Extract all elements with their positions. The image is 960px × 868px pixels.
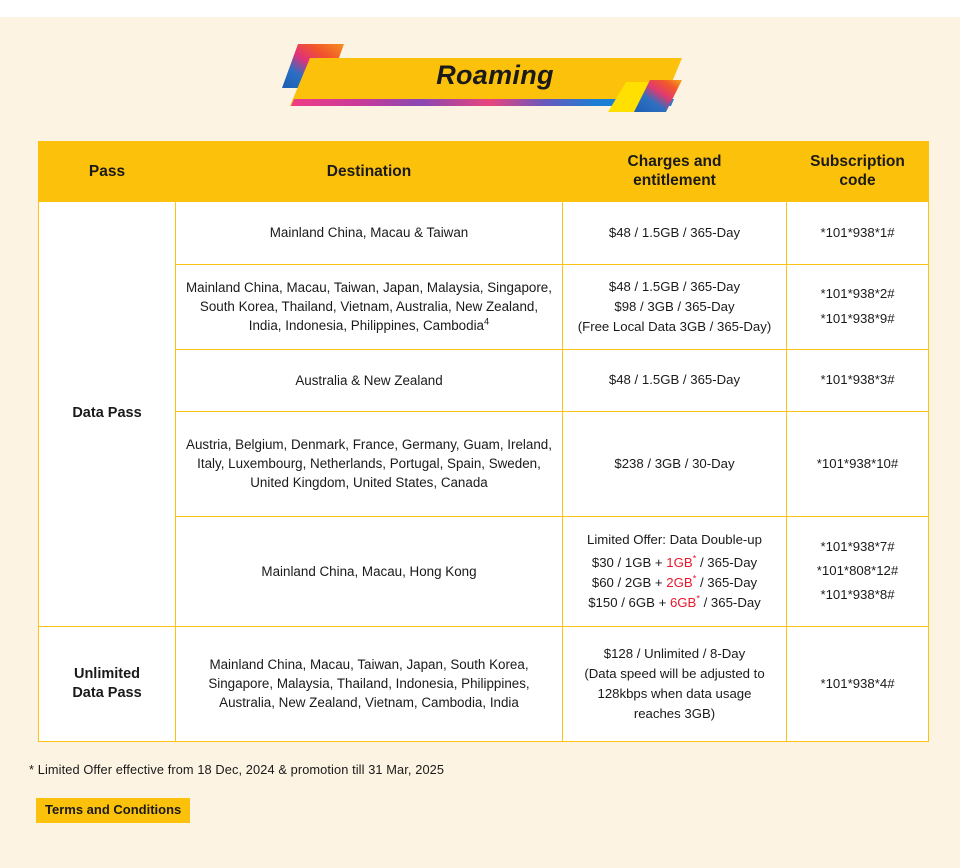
column-header-pass: Pass bbox=[38, 141, 176, 202]
destination-cell: Austria, Belgium, Denmark, France, Germa… bbox=[175, 410, 563, 517]
destination-cell: Mainland China, Macau, Taiwan, Japan, So… bbox=[175, 625, 563, 742]
limited-offer-line: $60 / 2GB + 2GB* / 365-Day bbox=[569, 573, 780, 593]
column-header-charges-line1: Charges and bbox=[627, 153, 722, 170]
charges-cell: $128 / Unlimited / 8-Day (Data speed wil… bbox=[562, 625, 787, 742]
offer-prefix: $150 / 6GB + bbox=[588, 595, 670, 611]
charges-cell: $48 / 1.5GB / 365-Day bbox=[562, 200, 787, 265]
offer-suffix: / 365-Day bbox=[699, 595, 761, 611]
subscription-code-cell: *101*938*7# *101*808*12# *101*938*8# bbox=[786, 515, 929, 627]
subscription-code: *101*938*10# bbox=[816, 455, 899, 471]
subscription-code-cell: *101*938*1# bbox=[786, 200, 929, 265]
table-header: Pass Destination Charges and entitlement… bbox=[38, 141, 929, 202]
charge-line: reaches 3GB) bbox=[633, 705, 716, 721]
destination-cell: Mainland China, Macau & Taiwan bbox=[175, 200, 563, 265]
limited-offer-footnote: * Limited Offer effective from 18 Dec, 2… bbox=[29, 762, 445, 777]
charge-line: $48 / 1.5GB / 365-Day bbox=[608, 224, 741, 240]
charge-line: $128 / Unlimited / 8-Day bbox=[603, 646, 746, 662]
column-header-subscription-code: Subscription code bbox=[786, 141, 929, 202]
destination-text: Mainland China, Macau, Taiwan, Japan, Ma… bbox=[186, 279, 552, 334]
terms-and-conditions-button[interactable]: Terms and Conditions bbox=[36, 798, 191, 823]
subscription-code-cell: *101*938*3# bbox=[786, 348, 929, 412]
offer-suffix: / 365-Day bbox=[696, 575, 758, 591]
pass-group-unlimited-data-pass: Unlimited Data Pass bbox=[38, 625, 176, 742]
subscription-code: *101*938*9# bbox=[820, 310, 895, 326]
destination-cell: Australia & New Zealand bbox=[175, 348, 563, 412]
pass-group-line1: Unlimited bbox=[73, 665, 141, 682]
charge-line: 128kbps when data usage bbox=[597, 685, 752, 701]
column-header-charges: Charges and entitlement bbox=[562, 141, 787, 202]
charge-line: $98 / 3GB / 365-Day bbox=[614, 298, 735, 314]
subscription-code-cell: *101*938*4# bbox=[786, 625, 929, 742]
footnote-marker: 4 bbox=[484, 317, 490, 327]
subscription-code: *101*938*7# bbox=[820, 538, 895, 554]
offer-bonus: 6GB bbox=[669, 595, 697, 611]
charges-cell-limited-offer: Limited Offer: Data Double-up $30 / 1GB … bbox=[562, 515, 787, 627]
page-root: Roaming Pass Destination Charges and ent… bbox=[0, 0, 960, 868]
subscription-code: *101*938*2# bbox=[820, 286, 895, 302]
column-header-charges-line2: entitlement bbox=[633, 172, 716, 190]
charge-line: (Data speed will be adjusted to bbox=[584, 665, 765, 681]
offer-bonus: 1GB bbox=[666, 555, 693, 571]
column-header-code-line1: Subscription bbox=[810, 153, 905, 170]
charge-line: (Free Local Data 3GB / 365-Day) bbox=[577, 318, 772, 334]
pass-group-data-pass: Data Pass bbox=[38, 200, 176, 627]
subscription-code: *101*808*12# bbox=[816, 563, 899, 579]
subscription-code-cell: *101*938*10# bbox=[786, 410, 929, 517]
table-row: Data Pass Mainland China, Macau & Taiwan… bbox=[38, 200, 929, 627]
limited-offer-line: $30 / 1GB + 1GB* / 365-Day bbox=[569, 553, 780, 573]
subscription-code: *101*938*1# bbox=[820, 224, 895, 240]
roaming-banner: Roaming bbox=[282, 44, 682, 112]
charge-line: $48 / 1.5GB / 365-Day bbox=[608, 372, 741, 388]
destination-cell: Mainland China, Macau, Taiwan, Japan, Ma… bbox=[175, 263, 563, 350]
subscription-code: *101*938*4# bbox=[820, 675, 895, 691]
offer-bonus: 2GB bbox=[666, 575, 693, 591]
column-header-destination: Destination bbox=[175, 141, 563, 202]
charges-cell: $48 / 1.5GB / 365-Day $98 / 3GB / 365-Da… bbox=[562, 263, 787, 350]
charge-line: $48 / 1.5GB / 365-Day bbox=[608, 279, 741, 295]
offer-prefix: $30 / 1GB + bbox=[591, 555, 667, 571]
limited-offer-line: $150 / 6GB + 6GB* / 365-Day bbox=[569, 593, 780, 613]
column-header-code-line2: code bbox=[839, 172, 876, 190]
table-header-row: Pass Destination Charges and entitlement… bbox=[38, 141, 929, 202]
table-body: Data Pass Mainland China, Macau & Taiwan… bbox=[38, 200, 929, 742]
charges-cell: $48 / 1.5GB / 365-Day bbox=[562, 348, 787, 412]
pass-group-line2: Data Pass bbox=[72, 684, 142, 701]
offer-prefix: $60 / 2GB + bbox=[591, 575, 667, 591]
limited-offer-title: Limited Offer: Data Double-up bbox=[587, 531, 762, 547]
table-row: Unlimited Data Pass Mainland China, Maca… bbox=[38, 625, 929, 742]
destination-cell: Mainland China, Macau, Hong Kong bbox=[175, 515, 563, 627]
roaming-plans-table: Pass Destination Charges and entitlement… bbox=[38, 141, 929, 742]
subscription-code: *101*938*8# bbox=[820, 587, 895, 603]
offer-suffix: / 365-Day bbox=[696, 555, 758, 571]
charges-cell: $238 / 3GB / 30-Day bbox=[562, 410, 787, 517]
charge-line: $238 / 3GB / 30-Day bbox=[614, 455, 735, 471]
banner-title: Roaming bbox=[436, 59, 554, 90]
subscription-code-cell: *101*938*2# *101*938*9# bbox=[786, 263, 929, 350]
subscription-code: *101*938*3# bbox=[820, 372, 895, 388]
